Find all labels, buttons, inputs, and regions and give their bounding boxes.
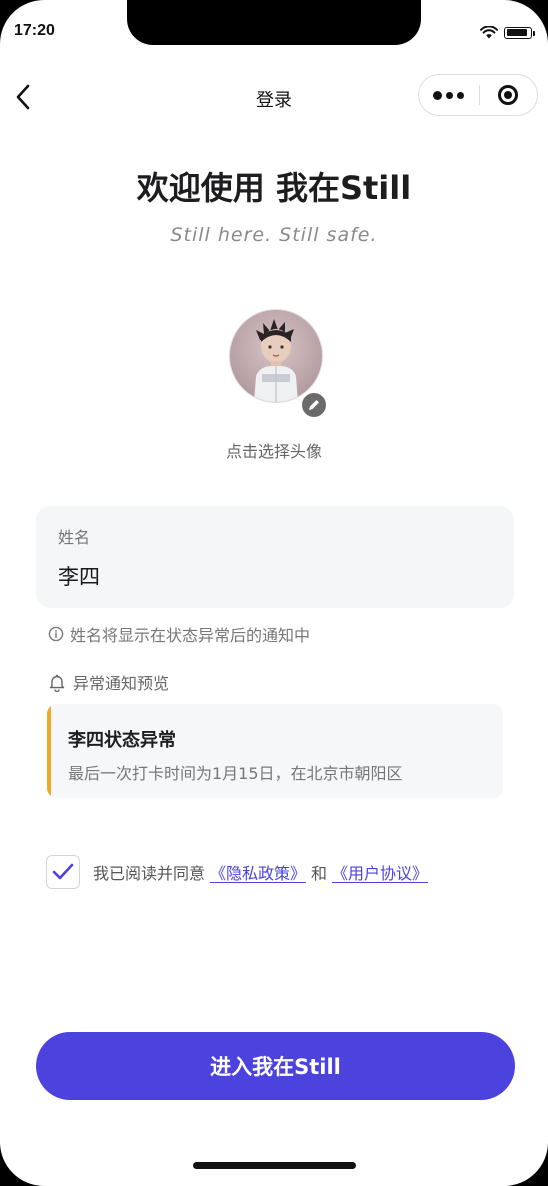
miniprogram-capsule <box>418 74 538 116</box>
agreement-and: 和 <box>311 864 328 883</box>
name-field-card: 姓名 <box>36 506 514 608</box>
status-time: 17:20 <box>14 22 55 39</box>
home-indicator <box>193 1162 356 1169</box>
target-icon <box>498 85 519 105</box>
welcome-title: 欢迎使用 我在Still <box>136 169 412 207</box>
avatar <box>229 309 323 403</box>
battery-icon <box>504 26 535 39</box>
name-hint: 姓名将显示在状态异常后的通知中 <box>48 622 310 646</box>
enter-button[interactable]: 进入我在Still <box>36 1032 515 1100</box>
agreement-prefix: 我已阅读并同意 <box>93 864 206 883</box>
name-label: 姓名 <box>58 528 91 547</box>
close-miniprogram-button[interactable] <box>479 75 537 115</box>
tagline: Still here. Still safe. <box>170 224 378 246</box>
wifi-icon <box>480 26 498 39</box>
chevron-left-icon <box>16 84 30 110</box>
name-hint-text: 姓名将显示在状态异常后的通知中 <box>70 626 311 645</box>
notch <box>127 0 421 45</box>
bell-icon <box>49 674 65 692</box>
back-button[interactable] <box>10 82 36 112</box>
avatar-figure-image <box>254 319 298 402</box>
user-agreement-link[interactable]: 《用户协议》 <box>332 860 428 884</box>
preview-title-text: 异常通知预览 <box>73 674 170 693</box>
avatar-hint: 点击选择头像 <box>225 442 322 461</box>
avatar-picker[interactable] <box>229 309 323 403</box>
notification-preview-card: 李四状态异常 最后一次打卡时间为1月15日，在北京市朝阳区 <box>47 704 503 798</box>
notice-title: 李四状态异常 <box>68 730 176 751</box>
phone-screen: 17:20 登录 欢迎使用 我在Still Still here. Still … <box>0 0 548 1186</box>
status-icons <box>480 26 535 39</box>
notice-accent-bar <box>47 704 51 798</box>
edit-avatar-button[interactable] <box>300 391 328 419</box>
checkmark-icon <box>52 863 74 880</box>
more-dots-icon <box>433 90 443 100</box>
preview-title: 异常通知预览 <box>48 670 169 694</box>
pencil-icon <box>309 400 319 410</box>
more-button[interactable] <box>419 75 479 115</box>
privacy-policy-link[interactable]: 《隐私政策》 <box>210 860 306 884</box>
agreement-checkbox[interactable] <box>46 855 80 889</box>
info-icon <box>48 626 64 642</box>
agreement-row: 我已阅读并同意 《隐私政策》 和 《用户协议》 <box>46 855 433 889</box>
name-input[interactable] <box>58 560 488 592</box>
notice-body: 最后一次打卡时间为1月15日，在北京市朝阳区 <box>68 764 403 783</box>
agreement-text: 我已阅读并同意 《隐私政策》 和 《用户协议》 <box>93 860 433 884</box>
